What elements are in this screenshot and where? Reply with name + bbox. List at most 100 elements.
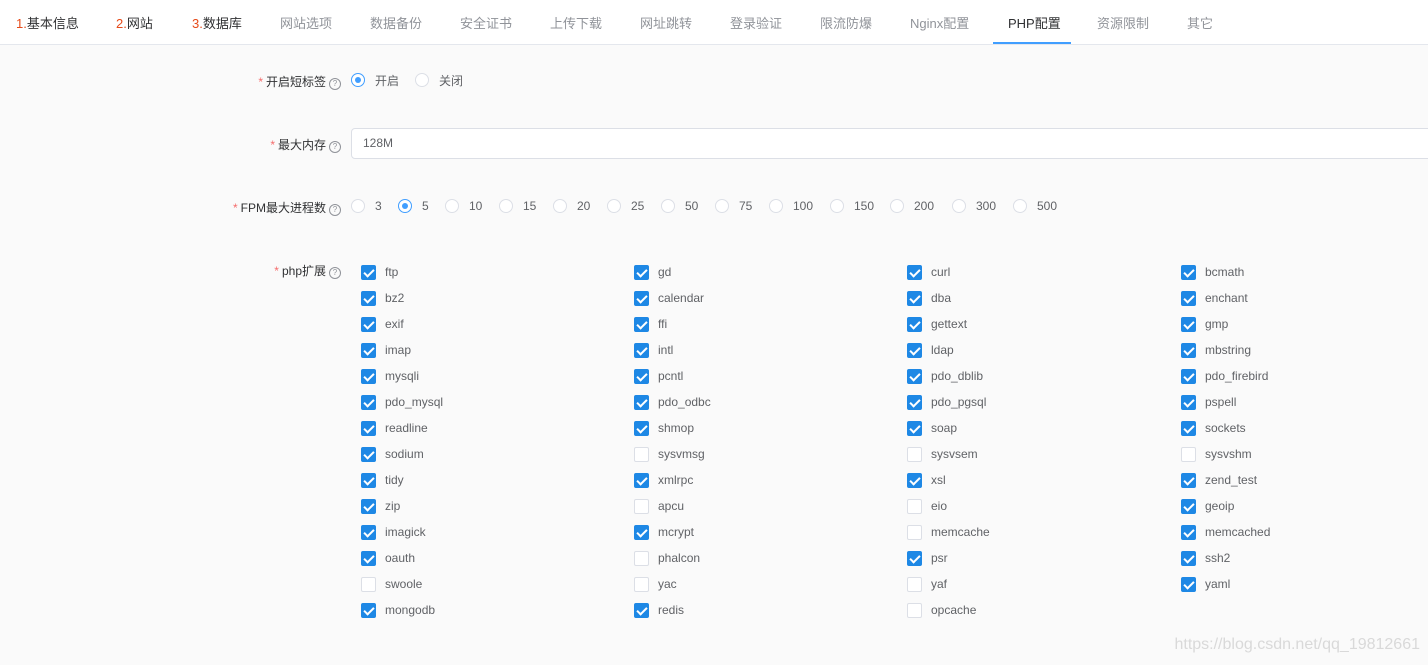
extension-checkbox[interactable]: ffi: [634, 316, 667, 332]
extension-name: pdo_dblib: [931, 369, 984, 383]
extension-checkbox[interactable]: apcu: [634, 498, 684, 514]
extension-checkbox[interactable]: gettext: [907, 316, 967, 332]
extension-checkbox[interactable]: bz2: [361, 290, 404, 306]
extension-checkbox[interactable]: eio: [907, 498, 947, 514]
extension-checkbox[interactable]: sysvsem: [907, 446, 978, 462]
fpm-option-radio[interactable]: 300: [952, 198, 996, 214]
extension-name: sysvsem: [931, 447, 978, 461]
tab-6[interactable]: 安全证书: [460, 0, 512, 44]
checkbox-unchecked-icon: [907, 576, 922, 592]
extension-checkbox[interactable]: oauth: [361, 550, 415, 566]
tab-10[interactable]: 限流防爆: [820, 0, 872, 44]
help-icon[interactable]: ?: [329, 204, 341, 216]
extension-checkbox[interactable]: xmlrpc: [634, 472, 693, 488]
extension-checkbox[interactable]: memcache: [907, 524, 990, 540]
extension-checkbox[interactable]: bcmath: [1181, 264, 1244, 280]
extension-name: swoole: [385, 577, 423, 591]
extension-checkbox[interactable]: pdo_firebird: [1181, 368, 1268, 384]
tab-2[interactable]: 2.网站: [116, 0, 153, 44]
extension-checkbox[interactable]: shmop: [634, 420, 694, 436]
extension-checkbox[interactable]: ftp: [361, 264, 398, 280]
extension-checkbox[interactable]: soap: [907, 420, 957, 436]
extension-checkbox[interactable]: intl: [634, 342, 673, 358]
tab-4[interactable]: 网站选项: [280, 0, 332, 44]
extension-checkbox[interactable]: xsl: [907, 472, 946, 488]
extension-checkbox[interactable]: pdo_pgsql: [907, 394, 986, 410]
extension-checkbox[interactable]: ldap: [907, 342, 954, 358]
tab-14[interactable]: 其它: [1187, 0, 1213, 44]
extension-checkbox[interactable]: yac: [634, 576, 677, 592]
checkbox-checked-icon: [634, 472, 649, 488]
extension-checkbox[interactable]: yaml: [1181, 576, 1230, 592]
tab-3[interactable]: 3.数据库: [192, 0, 242, 44]
extension-checkbox[interactable]: swoole: [361, 576, 422, 592]
tab-5[interactable]: 数据备份: [370, 0, 422, 44]
fpm-option-radio[interactable]: 25: [607, 198, 644, 214]
extension-checkbox[interactable]: tidy: [361, 472, 404, 488]
radio-circle-icon: [445, 199, 459, 213]
extension-checkbox[interactable]: geoip: [1181, 498, 1234, 514]
tab-9[interactable]: 登录验证: [730, 0, 782, 44]
extension-checkbox[interactable]: opcache: [907, 602, 976, 618]
extension-checkbox[interactable]: enchant: [1181, 290, 1248, 306]
max-memory-input[interactable]: 128M: [351, 128, 1428, 159]
extension-checkbox[interactable]: sysvshm: [1181, 446, 1252, 462]
extension-checkbox[interactable]: sysvmsg: [634, 446, 705, 462]
help-icon[interactable]: ?: [329, 78, 341, 90]
extension-checkbox[interactable]: mcrypt: [634, 524, 694, 540]
checkbox-checked-icon: [361, 472, 376, 488]
extension-checkbox[interactable]: zend_test: [1181, 472, 1257, 488]
short-tag-off-radio[interactable]: 关闭: [415, 72, 463, 88]
checkbox-checked-icon: [361, 446, 376, 462]
extension-checkbox[interactable]: memcached: [1181, 524, 1270, 540]
fpm-option-radio[interactable]: 50: [661, 198, 698, 214]
checkbox-checked-icon: [907, 368, 922, 384]
fpm-option-radio[interactable]: 3: [351, 198, 382, 214]
extension-checkbox[interactable]: calendar: [634, 290, 704, 306]
extension-checkbox[interactable]: pcntl: [634, 368, 683, 384]
tab-13[interactable]: 资源限制: [1097, 0, 1149, 44]
extension-checkbox[interactable]: imap: [361, 342, 411, 358]
extension-checkbox[interactable]: psr: [907, 550, 948, 566]
extension-checkbox[interactable]: pdo_odbc: [634, 394, 711, 410]
fpm-option-radio[interactable]: 15: [499, 198, 536, 214]
extension-checkbox[interactable]: pdo_dblib: [907, 368, 983, 384]
extension-checkbox[interactable]: dba: [907, 290, 951, 306]
fpm-option-radio[interactable]: 100: [769, 198, 813, 214]
help-icon[interactable]: ?: [329, 267, 341, 279]
extension-checkbox[interactable]: mbstring: [1181, 342, 1251, 358]
extension-checkbox[interactable]: pspell: [1181, 394, 1236, 410]
tab-8[interactable]: 网址跳转: [640, 0, 692, 44]
extension-name: redis: [658, 603, 685, 617]
extension-checkbox[interactable]: pdo_mysql: [361, 394, 443, 410]
short-tag-on-radio[interactable]: 开启: [351, 72, 399, 88]
tab-7[interactable]: 上传下载: [550, 0, 602, 44]
tab-11[interactable]: Nginx配置: [910, 0, 969, 44]
extension-checkbox[interactable]: exif: [361, 316, 404, 332]
extension-checkbox[interactable]: redis: [634, 602, 684, 618]
extension-checkbox[interactable]: curl: [907, 264, 950, 280]
help-icon[interactable]: ?: [329, 141, 341, 153]
extension-checkbox[interactable]: mongodb: [361, 602, 435, 618]
extension-checkbox[interactable]: imagick: [361, 524, 426, 540]
extension-checkbox[interactable]: zip: [361, 498, 400, 514]
extension-checkbox[interactable]: yaf: [907, 576, 947, 592]
fpm-option-radio[interactable]: 5: [398, 198, 429, 214]
extension-checkbox[interactable]: gd: [634, 264, 671, 280]
extension-checkbox[interactable]: mysqli: [361, 368, 419, 384]
fpm-option-radio[interactable]: 500: [1013, 198, 1057, 214]
fpm-option-radio[interactable]: 75: [715, 198, 752, 214]
extension-checkbox[interactable]: phalcon: [634, 550, 700, 566]
tab-1[interactable]: 1.基本信息: [16, 0, 79, 44]
checkbox-checked-icon: [361, 524, 376, 540]
tab-12[interactable]: PHP配置: [1008, 0, 1061, 44]
extension-checkbox[interactable]: gmp: [1181, 316, 1228, 332]
fpm-option-radio[interactable]: 150: [830, 198, 874, 214]
extension-checkbox[interactable]: sockets: [1181, 420, 1246, 436]
fpm-option-radio[interactable]: 20: [553, 198, 590, 214]
fpm-option-radio[interactable]: 200: [890, 198, 934, 214]
fpm-option-radio[interactable]: 10: [445, 198, 482, 214]
extension-checkbox[interactable]: sodium: [361, 446, 424, 462]
extension-checkbox[interactable]: ssh2: [1181, 550, 1230, 566]
extension-checkbox[interactable]: readline: [361, 420, 428, 436]
